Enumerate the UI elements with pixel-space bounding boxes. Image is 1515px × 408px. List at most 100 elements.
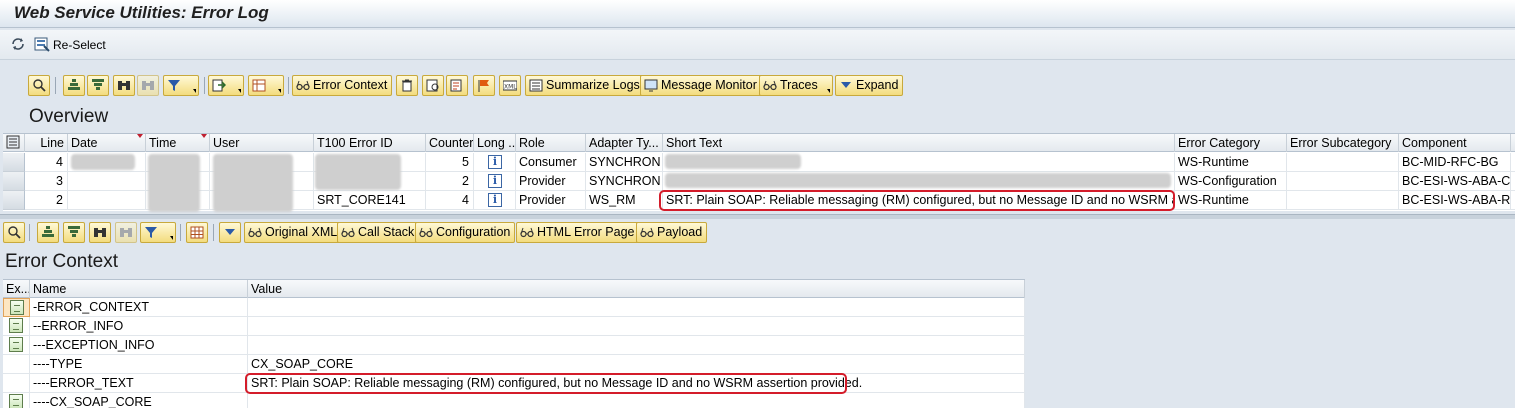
col-t100-error-id[interactable]: T100 Error ID <box>314 134 426 152</box>
cell-date <box>68 172 146 191</box>
col-error-subcategory[interactable]: Error Subcategory <box>1287 134 1399 152</box>
expand-label: Expand <box>856 78 899 92</box>
cell-role: Provider <box>516 191 586 210</box>
print-button[interactable] <box>446 75 468 96</box>
cell-component: BC-ESI-WS-ABA-C... <box>1399 172 1511 191</box>
original-xml-button[interactable]: Original XML <box>244 222 343 243</box>
flag-icon <box>478 80 489 92</box>
filter-button[interactable] <box>163 75 199 96</box>
details-button[interactable] <box>3 222 25 243</box>
configuration-label: Configuration <box>436 225 511 239</box>
cell-line: 2 <box>25 191 68 210</box>
sort-ascending-icon <box>42 226 54 237</box>
chevron-down-icon <box>278 89 281 93</box>
payload-label: Payload <box>657 225 703 239</box>
col-name[interactable]: Name <box>30 280 248 298</box>
payload-button[interactable]: Payload <box>636 222 708 243</box>
summarize-logs-button[interactable]: Summarize Logs <box>525 75 645 96</box>
tree-row[interactable]: --ERROR_INFO <box>3 317 1025 336</box>
find-next-button[interactable] <box>137 75 159 96</box>
error-context-header: Ex... Name Value <box>3 280 1025 298</box>
binoculars-icon <box>94 228 106 237</box>
cell-line: 4 <box>25 153 68 172</box>
reselect-button[interactable]: Re-Select <box>53 38 106 52</box>
error-context-toolbar: Original XML Call Stack Configuration HT… <box>0 222 1515 246</box>
tree-row[interactable]: -ERROR_CONTEXT <box>3 298 1025 317</box>
sort-ascending-button[interactable] <box>37 222 59 243</box>
sort-descending-button[interactable] <box>87 75 109 96</box>
cell-expand[interactable] <box>3 317 30 336</box>
display-button[interactable] <box>422 75 444 96</box>
row-selector[interactable] <box>3 191 25 210</box>
pane-splitter[interactable] <box>0 214 1515 219</box>
expand-all-button[interactable] <box>219 222 241 243</box>
magnifier-icon <box>8 226 21 239</box>
find-next-button[interactable] <box>115 222 137 243</box>
redacted-short-text <box>665 154 801 169</box>
col-long-text[interactable]: Long ... <box>474 134 516 152</box>
col-role[interactable]: Role <box>516 134 586 152</box>
window-title: Web Service Utilities: Error Log <box>14 3 269 22</box>
col-error-category[interactable]: Error Category <box>1175 134 1287 152</box>
cell-expand[interactable] <box>3 336 30 355</box>
col-user[interactable]: User <box>210 134 314 152</box>
row-selector[interactable] <box>3 172 25 191</box>
html-error-page-button[interactable]: HTML Error Page <box>516 222 640 243</box>
glasses-icon <box>419 227 433 238</box>
info-icon[interactable]: i <box>488 174 502 188</box>
magnifier-icon <box>33 79 46 92</box>
sort-ascending-button[interactable] <box>63 75 85 96</box>
col-component[interactable]: Component <box>1399 134 1511 152</box>
sort-descending-button[interactable] <box>63 222 85 243</box>
col-expand[interactable]: Ex... <box>3 280 30 298</box>
message-monitor-button[interactable]: Message Monitor <box>640 75 762 96</box>
export-button[interactable] <box>208 75 244 96</box>
cell-subcategory <box>1287 172 1399 191</box>
cell-value <box>248 298 1025 317</box>
original-xml-label: Original XML <box>265 225 338 239</box>
cell-subcategory <box>1287 153 1399 172</box>
layout-button[interactable] <box>186 222 208 243</box>
col-time[interactable]: Time <box>146 134 210 152</box>
info-icon[interactable]: i <box>488 155 502 169</box>
col-adapter-type[interactable]: Adapter Ty... <box>586 134 663 152</box>
cell-role: Consumer <box>516 153 586 172</box>
call-stack-button[interactable]: Call Stack <box>337 222 420 243</box>
cell-name: ----TYPE <box>30 355 248 374</box>
select-all-icon[interactable] <box>3 134 25 152</box>
tree-row[interactable]: ----CX_SOAP_CORE <box>3 393 1025 408</box>
overview-title: Overview <box>29 106 109 127</box>
xml-button[interactable]: XML <box>499 75 521 96</box>
expand-button[interactable]: Expand <box>835 75 904 96</box>
cell-component: BC-MID-RFC-BG <box>1399 153 1511 172</box>
col-date[interactable]: Date <box>68 134 146 152</box>
configuration-button[interactable]: Configuration <box>415 222 516 243</box>
xml-icon: XML <box>503 80 517 91</box>
application-toolbar: Re-Select <box>0 30 1515 60</box>
cell-expand[interactable] <box>3 298 30 317</box>
filter-icon <box>145 227 157 238</box>
col-value[interactable]: Value <box>248 280 1025 298</box>
error-context-button[interactable]: Error Context <box>292 75 393 96</box>
glasses-icon <box>520 227 534 238</box>
flag-button[interactable] <box>473 75 495 96</box>
find-button[interactable] <box>89 222 111 243</box>
highlight-box <box>659 190 1175 211</box>
tree-row[interactable]: ---EXCEPTION_INFO <box>3 336 1025 355</box>
cell-expand[interactable] <box>3 393 30 408</box>
filter-button[interactable] <box>140 222 176 243</box>
col-short-text[interactable]: Short Text <box>663 134 1175 152</box>
row-selector[interactable] <box>3 153 25 172</box>
delete-button[interactable] <box>396 75 418 96</box>
find-button[interactable] <box>113 75 135 96</box>
details-button[interactable] <box>28 75 50 96</box>
info-icon[interactable]: i <box>488 193 502 207</box>
reselect-icon[interactable] <box>34 36 50 52</box>
layout-button[interactable] <box>248 75 284 96</box>
refresh-icon[interactable] <box>10 36 26 52</box>
cell-expand <box>3 355 30 374</box>
tree-row[interactable]: ----TYPE CX_SOAP_CORE <box>3 355 1025 374</box>
col-counter[interactable]: Counter <box>426 134 474 152</box>
col-line[interactable]: Line <box>25 134 68 152</box>
traces-button[interactable]: Traces <box>759 75 833 96</box>
